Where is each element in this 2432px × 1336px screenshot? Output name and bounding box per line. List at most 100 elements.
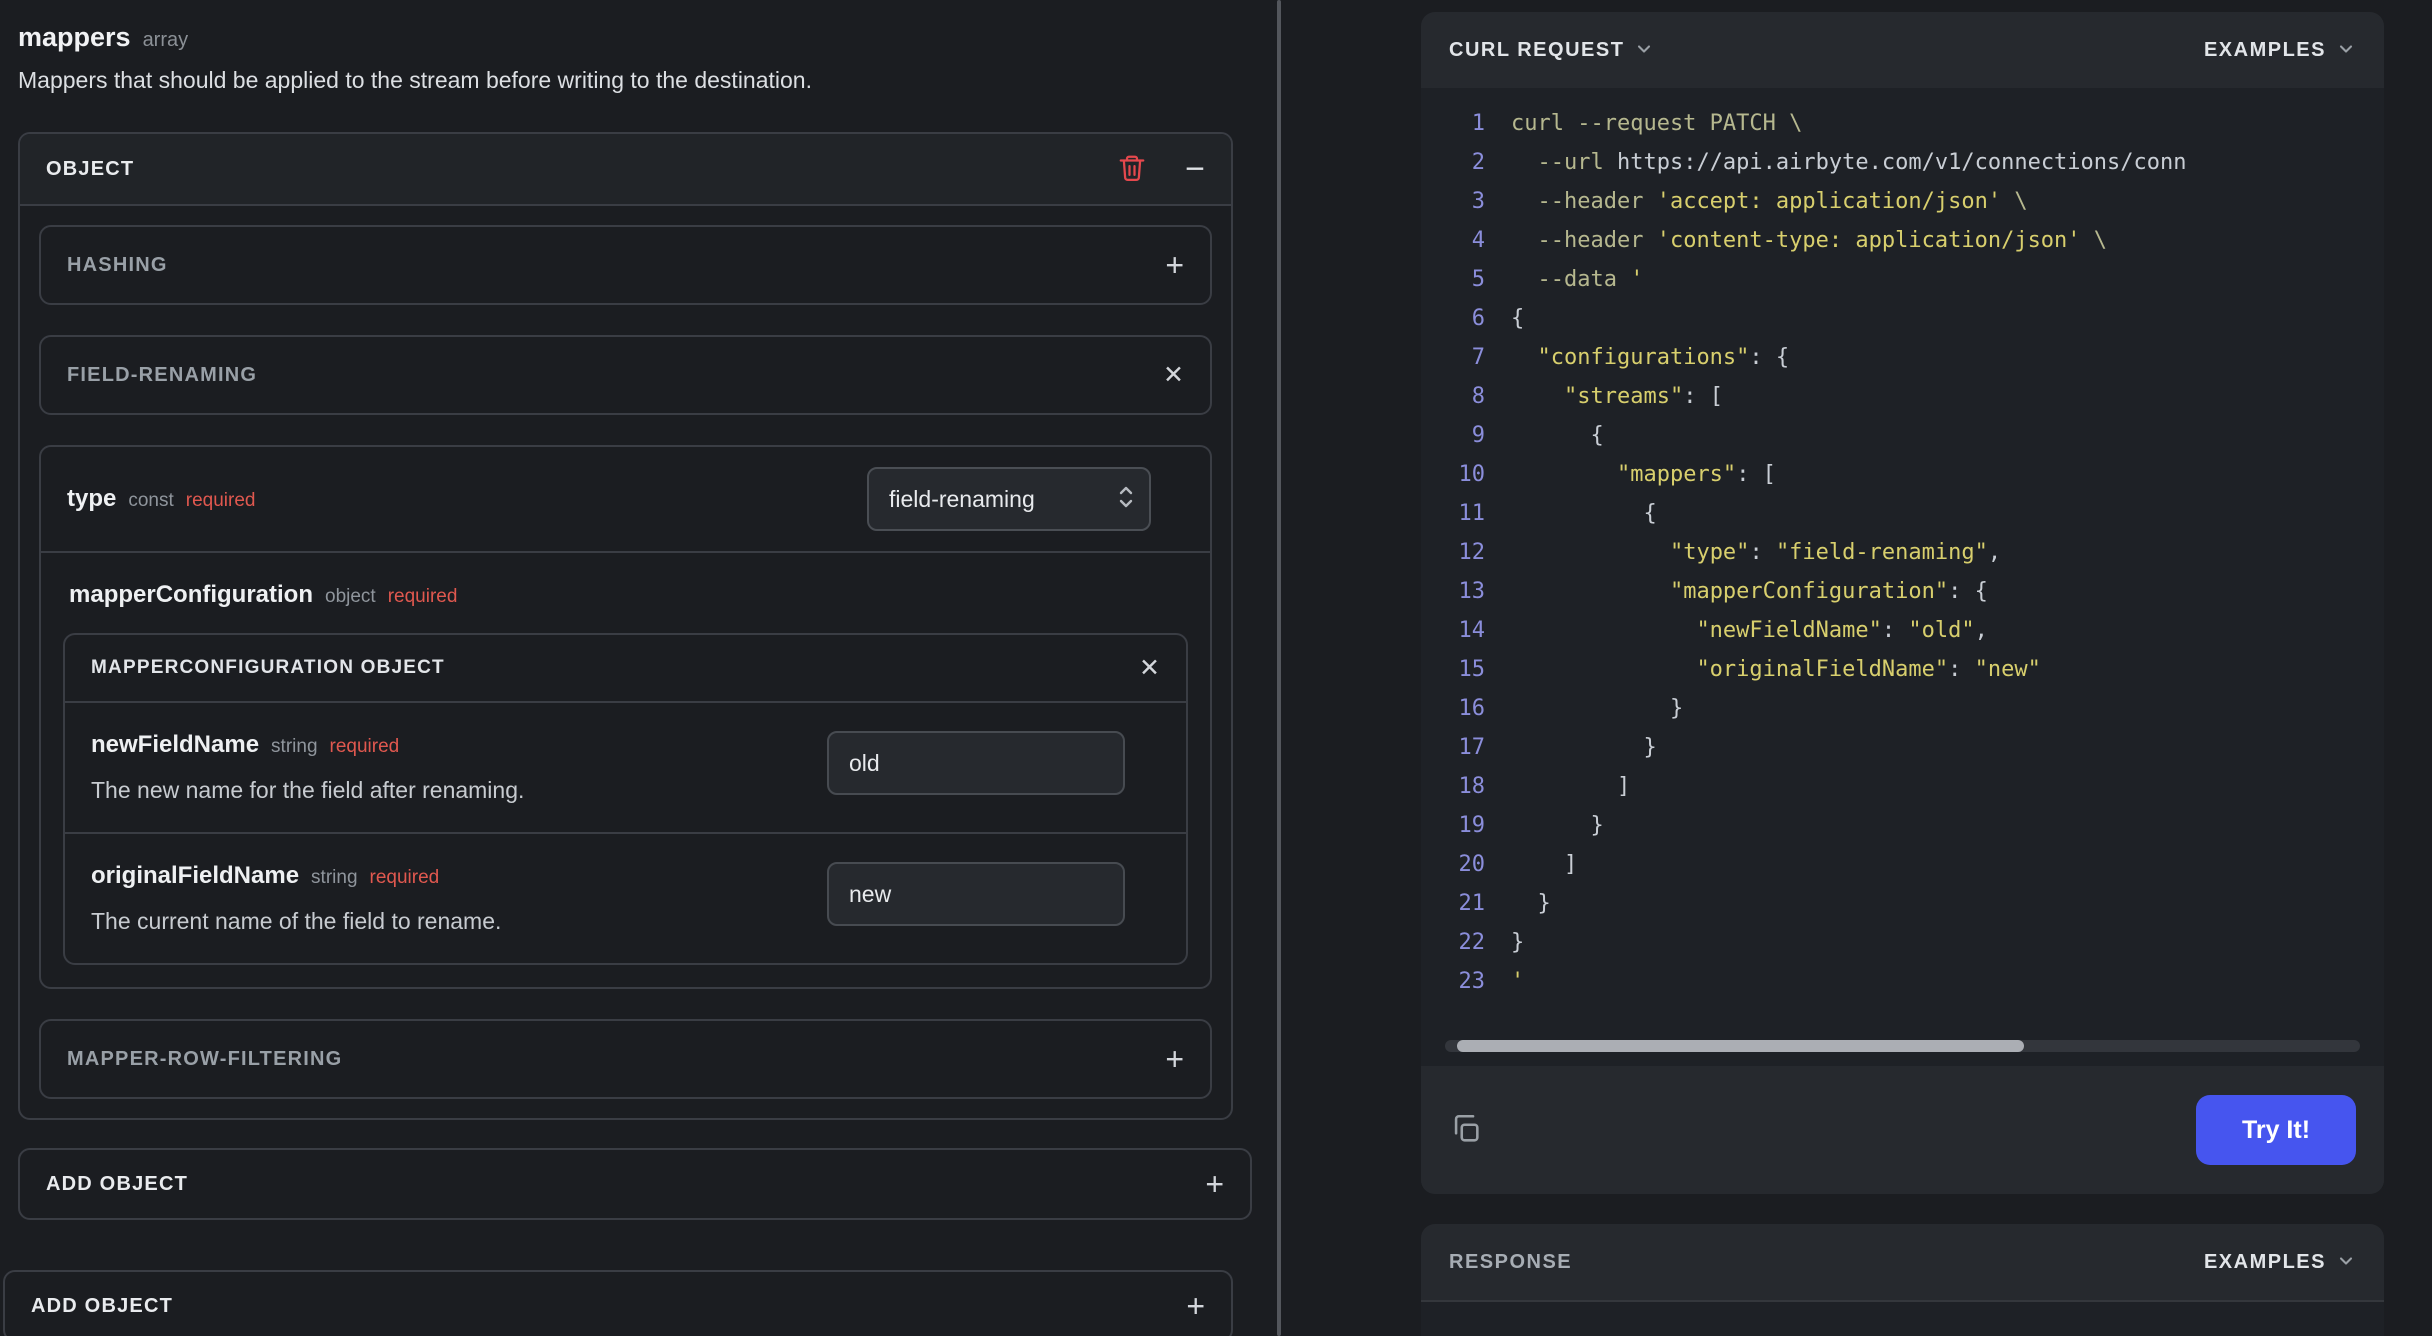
request-examples-label: EXAMPLES [2203, 38, 2326, 61]
page-root: mappers array Mappers that should be app… [0, 0, 2432, 1336]
object-panel-actions: − [1117, 152, 1205, 186]
newFieldName-input[interactable] [827, 731, 1125, 795]
mapper-configuration-panel: MAPPERCONFIGURATION OBJECT ✕ newFieldNam… [63, 633, 1188, 965]
line-number: 19 [1458, 813, 1486, 838]
code-line: 14 "newFieldName": "old", [1421, 611, 2384, 650]
line-content: "streams": [ [1563, 384, 1723, 409]
line-number: 18 [1458, 774, 1486, 799]
curl-request-card: CURL REQUEST EXAMPLES 1 curl --request PA… [1421, 12, 2384, 1194]
code-lines: 1 curl --request PATCH \ 2 --url https://a… [1421, 104, 2384, 1001]
delete-object-button[interactable] [1117, 153, 1147, 186]
code-line: 9 { [1421, 416, 2384, 455]
minus-icon: − [1185, 150, 1205, 188]
request-card-footer: Try It! [1421, 1066, 2384, 1194]
chevron-down-icon [1634, 39, 1654, 62]
copy-code-button[interactable] [1449, 1112, 1483, 1149]
field-name: originalFieldName [91, 862, 300, 889]
variant-field-renaming-header[interactable]: FIELD-RENAMING ✕ [39, 335, 1212, 415]
mapper-configuration-panel-header: MAPPERCONFIGURATION OBJECT ✕ [65, 635, 1186, 703]
line-content: ] [1511, 852, 1578, 877]
field-kind: string [311, 867, 358, 888]
variant-field-renaming-label: FIELD-RENAMING [67, 363, 258, 386]
mapper-configuration-section: mapperConfiguration object required MAPP… [41, 553, 1210, 987]
code-line: 4 --header 'content-type: application/js… [1421, 221, 2384, 260]
property-description: Mappers that should be applied to the st… [18, 67, 812, 93]
response-examples-label: EXAMPLES [2203, 1250, 2326, 1273]
variant-hashing-label: HASHING [67, 253, 168, 276]
code-line: 1 curl --request PATCH \ [1421, 104, 2384, 143]
code-line: 7 "configurations": { [1421, 338, 2384, 377]
line-number: 16 [1458, 696, 1486, 721]
trash-icon [1117, 153, 1147, 186]
line-content: --data ' [1511, 267, 1644, 292]
copy-icon [1449, 1112, 1483, 1149]
code-line: 15 "originalFieldName": "new" [1421, 650, 2384, 689]
response-header: RESPONSE EXAMPLES [1421, 1224, 2384, 1302]
line-number: 20 [1458, 852, 1486, 877]
line-number: 5 [1471, 267, 1485, 292]
variant-hashing[interactable]: HASHING + [39, 225, 1212, 305]
property-title: mappers array [18, 22, 1252, 53]
add-object-inner-plus[interactable]: + [1205, 1168, 1224, 1200]
line-number: 21 [1458, 891, 1486, 916]
expand-hashing-button[interactable]: + [1165, 249, 1184, 281]
try-it-button[interactable]: Try It! [2196, 1095, 2356, 1165]
line-content: --header 'accept: application/json' \ [1511, 189, 2028, 214]
object-panel-body: HASHING + FIELD-RENAMING ✕ type const re… [20, 206, 1231, 1118]
line-content: "configurations": { [1537, 345, 1790, 370]
line-number: 12 [1458, 540, 1486, 565]
line-number: 4 [1471, 228, 1485, 253]
close-field-renaming-button[interactable]: ✕ [1163, 362, 1184, 388]
type-field-row: type const required field-renaming [41, 447, 1210, 553]
field-description: The new name for the field after renamin… [91, 777, 525, 803]
type-field-name: type [67, 485, 117, 512]
add-object-inner[interactable]: ADD OBJECT + [18, 1148, 1252, 1220]
line-content: } [1511, 891, 1551, 916]
code-line: 10 "mappers": [ [1421, 455, 2384, 494]
code-line: 3 --header 'accept: application/json' \ [1421, 182, 2384, 221]
type-select[interactable]: field-renaming [867, 467, 1151, 531]
line-content: { [1511, 306, 1525, 331]
line-number: 7 [1471, 345, 1485, 370]
line-content: "newFieldName": "old", [1696, 618, 1988, 643]
code-line: 19 } [1421, 806, 2384, 845]
horizontal-scrollbar-thumb[interactable] [1457, 1040, 2025, 1052]
field-required: required [369, 867, 440, 888]
line-content: "type": "field-renaming", [1669, 540, 2002, 565]
add-object-outer[interactable]: ADD OBJECT + [3, 1270, 1233, 1336]
originalFieldName-input[interactable] [827, 862, 1125, 926]
code-line: 21 } [1421, 884, 2384, 923]
line-number: 10 [1458, 462, 1486, 487]
code-line: 8 "streams": [ [1421, 377, 2384, 416]
code-line: 2 --url https://api.airbyte.com/v1/conne… [1421, 143, 2384, 182]
horizontal-scrollbar-track [1445, 1040, 2360, 1052]
code-line: 23 ' [1421, 962, 2384, 1001]
variant-mapper-row-filtering[interactable]: MAPPER-ROW-FILTERING + [39, 1019, 1212, 1099]
curl-request-dropdown[interactable]: CURL REQUEST [1449, 39, 1654, 62]
line-content: "mapperConfiguration": { [1669, 579, 1988, 604]
close-mapper-configuration-button[interactable]: ✕ [1139, 655, 1160, 681]
type-field-required: required [185, 490, 256, 511]
object-panel: OBJECT − HASHING + FIELD-RENAMING ✕ type… [18, 132, 1233, 1120]
code-line: 5 --data ' [1421, 260, 2384, 299]
field-name: newFieldName [91, 731, 260, 758]
response-body [1421, 1302, 2384, 1336]
code-line: 17 } [1421, 728, 2384, 767]
response-card: RESPONSE EXAMPLES [1421, 1224, 2384, 1336]
code-line: 18 ] [1421, 767, 2384, 806]
code-line: 6{ [1421, 299, 2384, 338]
collapse-object-button[interactable]: − [1185, 152, 1205, 186]
expand-mapper-row-filtering-button[interactable]: + [1165, 1043, 1184, 1075]
line-content: } [1511, 696, 1684, 721]
field-row-originalFieldName: originalFieldName string required The cu… [65, 832, 1186, 963]
line-content: "originalFieldName": "new" [1696, 657, 2041, 682]
field-meta: newFieldName string required [91, 731, 827, 759]
line-content: "mappers": [ [1616, 462, 1776, 487]
request-examples-dropdown[interactable]: EXAMPLES [2204, 39, 2356, 62]
add-object-outer-plus[interactable]: + [1186, 1290, 1205, 1322]
line-number: 14 [1458, 618, 1486, 643]
response-examples-dropdown[interactable]: EXAMPLES [2204, 1251, 2356, 1274]
mapper-configuration-required: required [387, 586, 458, 607]
field-row-newFieldName: newFieldName string required The new nam… [65, 703, 1186, 832]
code-line: 12 "type": "field-renaming", [1421, 533, 2384, 572]
